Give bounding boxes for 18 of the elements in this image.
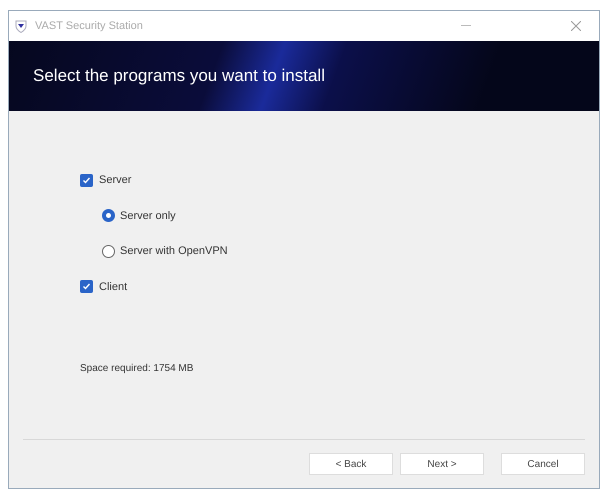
dialog-button[interactable]: Next > xyxy=(400,453,484,475)
radio-label: Server only xyxy=(120,208,176,224)
banner-heading: Select the programs you want to install xyxy=(33,65,325,88)
checkbox[interactable] xyxy=(80,280,93,294)
dialog-button[interactable]: Cancel xyxy=(501,453,585,475)
radio-button[interactable] xyxy=(102,244,115,258)
radio-button[interactable] xyxy=(102,209,115,222)
dialog-button[interactable]: < Back xyxy=(309,453,393,475)
checkbox[interactable] xyxy=(80,174,93,187)
checkbox-label: Server xyxy=(99,173,132,188)
check-mark-icon xyxy=(82,176,91,185)
space-required-text: Space required: 1754 MB xyxy=(80,362,194,376)
checkbox-label: Client xyxy=(99,280,128,294)
window-title: VAST Security Station xyxy=(35,18,143,34)
close-icon[interactable] xyxy=(571,21,581,31)
radio-label: Server with OpenVPN xyxy=(120,244,228,259)
check-mark-icon xyxy=(82,282,91,292)
shield-icon xyxy=(15,20,27,32)
